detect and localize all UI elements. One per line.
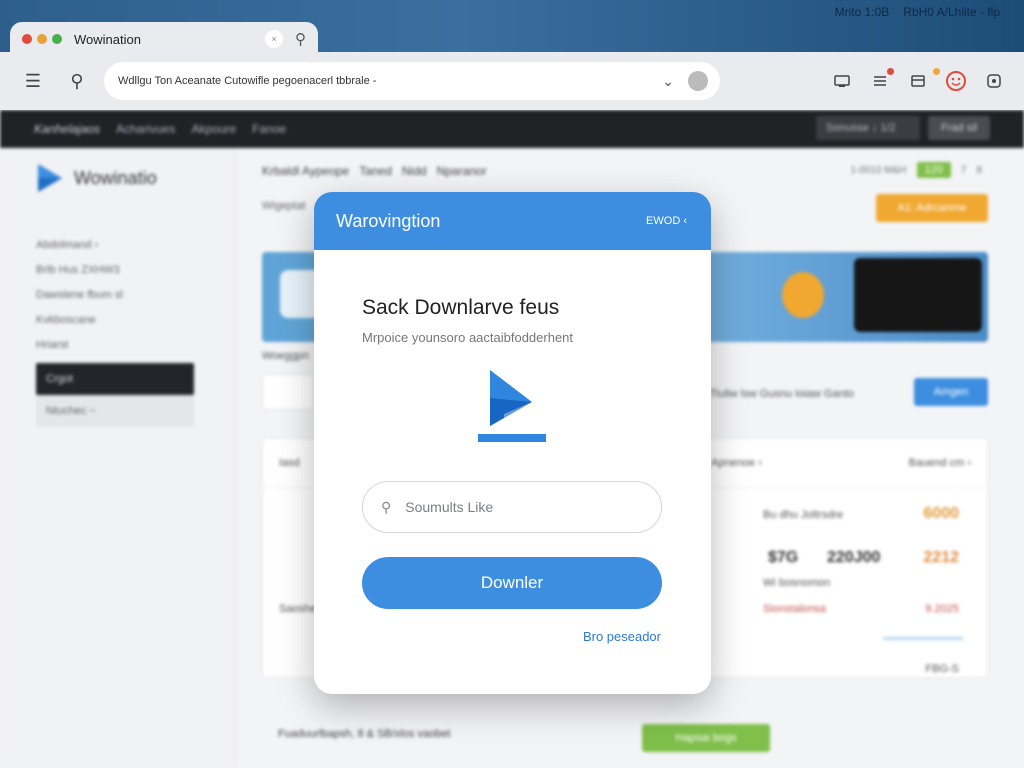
nav-item[interactable]: Kanhelajaos (34, 122, 100, 136)
modal-subtext: Mrpoice younsoro aactaibfodderhent (362, 330, 574, 345)
logo-text: Wowinatio (74, 167, 157, 188)
cast-icon[interactable] (830, 70, 854, 92)
extension-toolbar (830, 68, 1006, 92)
logo-icon (38, 164, 62, 192)
system-status: Mrito 1:0B RbH0 A/Lhlite - flp (835, 5, 1000, 19)
search-icon[interactable]: ⚲ (62, 71, 92, 92)
search-icon: ⚲ (381, 498, 392, 515)
breadcrumb: Krbaldl Aypeope Taned Nidd Nparanor (262, 164, 487, 178)
microphone-icon[interactable] (688, 71, 708, 91)
browser-tab[interactable]: Wowination × ⚲ (10, 22, 318, 56)
sidebar: Wowinatio Abdolmand › Brlb Hus ZXHW3 Daw… (0, 148, 236, 768)
system-status-right: RbH0 A/Lhlite - flp (903, 5, 1000, 19)
pager: 1-0010 M&H 120 7 8 (850, 162, 982, 178)
section-label: Woeggpn (262, 350, 309, 362)
row-value-sub: 9.2025 (925, 603, 959, 615)
close-window-dot[interactable] (22, 34, 32, 44)
tab-search-icon[interactable]: ⚲ (295, 30, 306, 48)
nav-item[interactable]: Fanoe (252, 122, 286, 136)
modal-title: Warovingtion (336, 210, 441, 231)
window-controls (22, 34, 62, 44)
filter-box[interactable] (262, 374, 314, 410)
profile-icon[interactable] (944, 70, 968, 92)
row-cell-a: $7G (768, 549, 799, 566)
row-text: Bu dhu Joltrsdre (763, 509, 844, 521)
action-button[interactable]: A1: Adrcanme (876, 194, 988, 222)
tab-close-icon[interactable]: × (265, 30, 283, 48)
breadcrumb-item[interactable]: Taned (359, 164, 392, 178)
breadcrumb-item[interactable]: Krbaldl Aypeope (262, 164, 349, 178)
nav-button[interactable]: Frad sil (928, 116, 990, 140)
sidebar-item[interactable]: Hriarst (36, 332, 194, 357)
pager-item[interactable]: 7 (961, 165, 967, 176)
modal-header: Warovingtion EWOD ‹ (314, 192, 711, 250)
pager-text: 1-0010 M&H (850, 164, 907, 176)
row-text: Wi bosnomon (763, 577, 831, 589)
row-cell-b: 220J00 (827, 549, 881, 566)
download-logo-icon (478, 370, 546, 442)
table-header: Iasd (279, 457, 300, 469)
nav-select[interactable]: Sonusse ↓ 1/2 (816, 116, 920, 140)
filter-text: Tiuliw lsw Gusnu Ioiaw Ganto (710, 388, 854, 400)
pager-current[interactable]: 120 (916, 162, 951, 178)
sidebar-item[interactable]: Dawslene fbum sl (36, 282, 194, 307)
nav-item[interactable]: Akpoure (191, 122, 236, 136)
chevron-down-icon[interactable]: ⌄ (662, 73, 674, 90)
sub-breadcrumb: Wigeptat (262, 200, 306, 212)
row-cell-b-sub: Sionstalonsa (763, 603, 826, 615)
browser-toolbar: ☰ ⚲ Wdllgu Ton Aceanate Cutowifle pegoen… (0, 52, 1024, 110)
notification-dot (887, 68, 894, 75)
row-value: 2212 (923, 549, 959, 566)
address-text[interactable]: Wdllgu Ton Aceanate Cutowifle pegoenacer… (118, 75, 662, 87)
sidebar-item-active[interactable]: Crgot (36, 363, 194, 395)
footer-button[interactable]: Hapsai bogs (642, 724, 770, 752)
sidebar-item[interactable]: Abdolmand › (36, 232, 194, 257)
sidebar-item-sub[interactable]: Ntuchec ~ (36, 395, 194, 427)
sidebar-item[interactable]: Kvkboscane (36, 307, 194, 332)
row-value: 6000 (923, 505, 959, 522)
minimize-window-dot[interactable] (37, 34, 47, 44)
maximize-window-dot[interactable] (52, 34, 62, 44)
footer-tag: FBG-S (925, 663, 959, 675)
banner-illustration (782, 272, 824, 318)
pager-item[interactable]: 8 (976, 165, 982, 176)
filter-button[interactable]: Amgen (914, 378, 988, 406)
tab-title: Wowination (74, 31, 141, 47)
modal-heading: Sack Downlarve feus (362, 296, 560, 319)
notification-dot (933, 68, 940, 75)
site-navbar: Kanhelajaos Acharivues Akpoure Fanoe Son… (0, 110, 1024, 148)
extension-icon[interactable] (982, 70, 1006, 92)
system-status-left: Mrito 1:0B (834, 5, 890, 19)
address-bar[interactable]: Wdllgu Ton Aceanate Cutowifle pegoenacer… (104, 62, 720, 100)
filter-icon[interactable] (868, 68, 894, 92)
nav-item[interactable]: Acharivues (116, 122, 175, 136)
banner-card (854, 258, 982, 332)
table-header: Apnenoe › (711, 457, 762, 469)
table-header[interactable]: Bauend cm › (909, 457, 971, 469)
menu-icon[interactable]: ☰ (18, 71, 48, 92)
site-logo[interactable]: Wowinatio (36, 162, 157, 194)
breadcrumb-item[interactable]: Nidd (402, 164, 427, 178)
search-field[interactable]: ⚲ (362, 481, 662, 533)
progress-bar (883, 637, 963, 640)
modal-header-action[interactable]: EWOD ‹ (646, 215, 687, 227)
sidebar-item[interactable]: Brlb Hus ZXHW3 (36, 257, 194, 282)
reader-icon[interactable] (906, 68, 940, 92)
breadcrumb-item[interactable]: Nparanor (437, 164, 487, 178)
download-modal: Warovingtion EWOD ‹ Sack Downlarve feus … (314, 192, 711, 694)
footer-text: Fuaduurlbapsh, 8 & SB/xlos vaobet (278, 728, 451, 740)
download-button[interactable]: Downler (362, 557, 662, 609)
search-input[interactable] (405, 499, 636, 515)
modal-link[interactable]: Bro peseador (583, 629, 661, 644)
